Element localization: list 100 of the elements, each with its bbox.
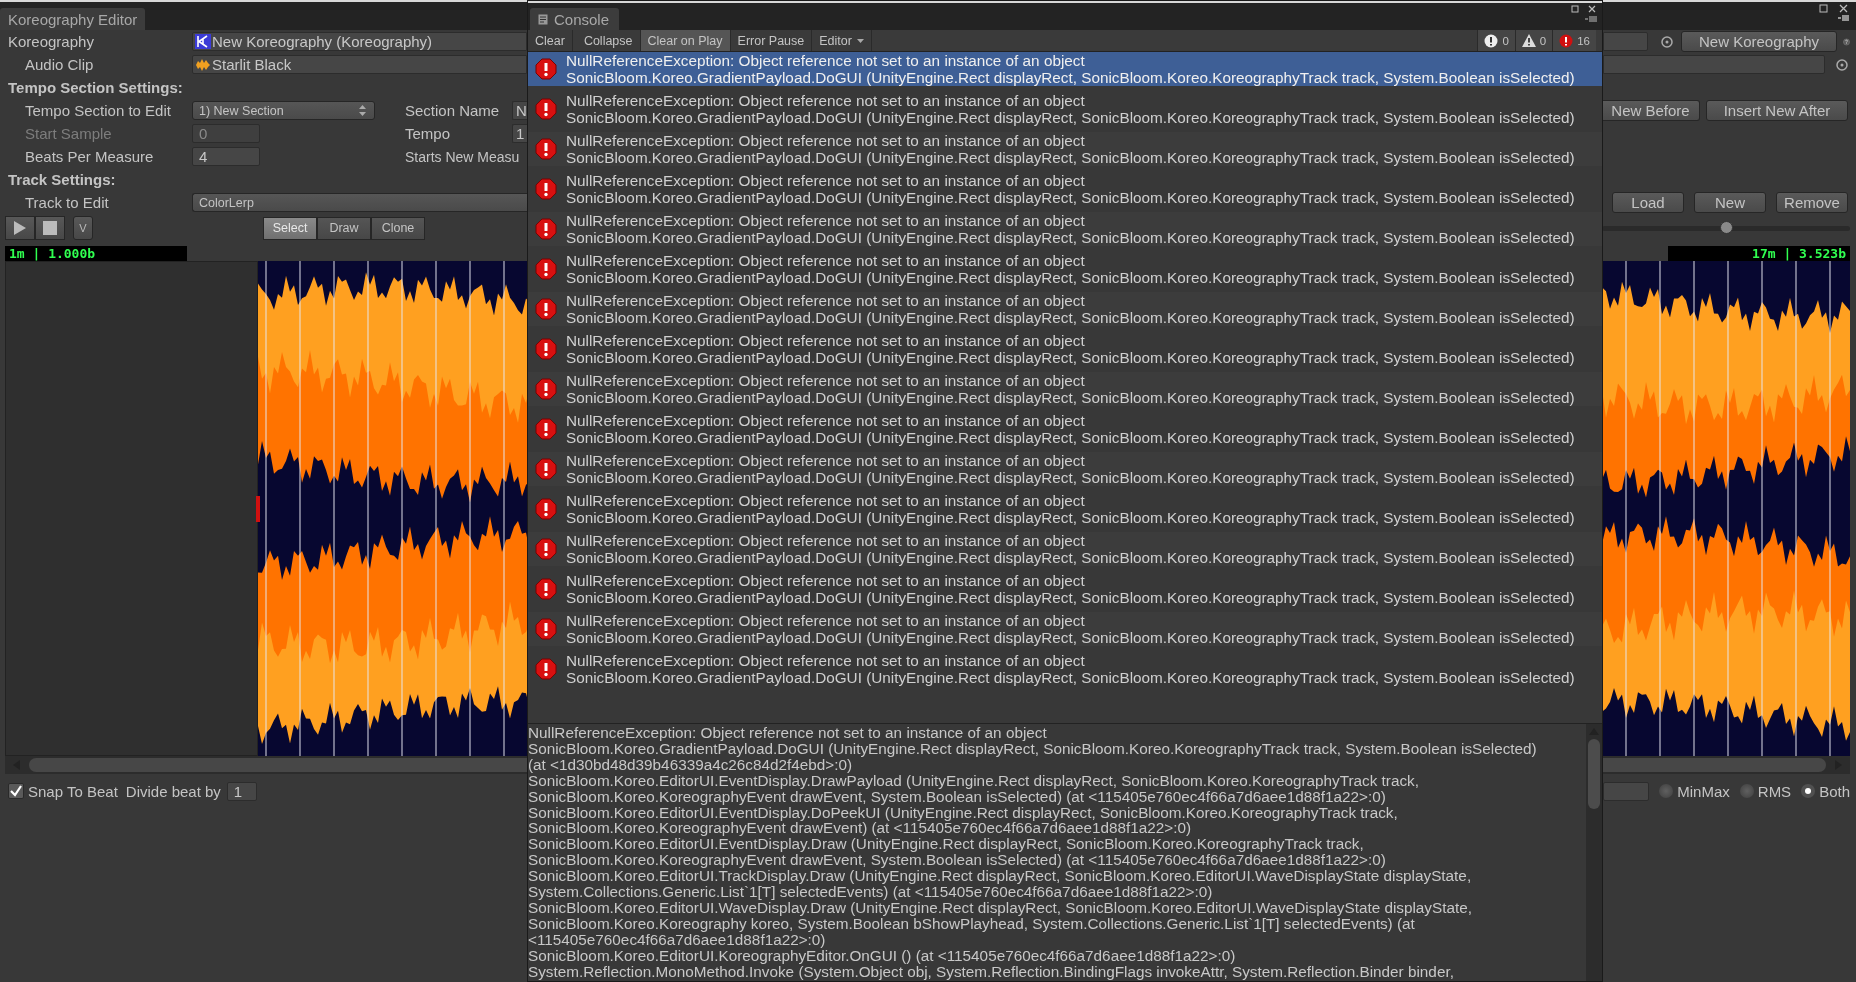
target-icon[interactable]	[1660, 34, 1674, 49]
field-label: Start Sample	[24, 125, 113, 142]
log-count-toggle[interactable]: 0	[1514, 30, 1553, 51]
console-toolbar-button[interactable]: Clear on Play	[640, 30, 731, 51]
log-entry[interactable]	[528, 532, 1602, 566]
log-entry[interactable]	[528, 212, 1602, 246]
beats-per-measure-field[interactable]: 4	[192, 147, 260, 166]
log-count-toggle[interactable]: 16	[1552, 30, 1596, 51]
play-button[interactable]	[5, 216, 35, 240]
log-message: NullReferenceException: Object reference not set to an instance of an object	[566, 332, 1086, 349]
tempo-field[interactable]: 1	[512, 124, 527, 143]
section-heading: Tempo Section Settings:	[7, 79, 183, 96]
error-icon	[535, 138, 557, 160]
stack-trace-line: SonicBloom.Koreo.GradientPayload.DoGUI (UnityEngine.Rect displayRect, SonicBloom.Koreo.KoreographyTrack track, System.Boolean isSelected)	[566, 269, 1575, 286]
log-message: NullReferenceException: Object reference not set to an instance of an object	[566, 452, 1086, 469]
log-entry[interactable]	[528, 132, 1602, 166]
stack-trace-line: SonicBloom.Koreo.GradientPayload.DoGUI (UnityEngine.Rect displayRect, SonicBloom.Koreo.KoreographyTrack track, System.Boolean isSelected)	[566, 309, 1575, 326]
caret-icon	[856, 38, 864, 43]
radio-button[interactable]	[1739, 784, 1754, 798]
scrollbar-segment[interactable]	[1603, 756, 1850, 774]
radio-label: Both	[1819, 782, 1850, 800]
log-message: NullReferenceException: Object reference not set to an instance of an object	[566, 172, 1086, 189]
log-message: NullReferenceException: Object reference not set to an instance of an object	[566, 572, 1086, 589]
editor-tab[interactable]: Koreography Editor	[0, 8, 146, 30]
play-icon	[13, 220, 27, 236]
time-display: 1m | 1.000b	[5, 246, 187, 261]
log-entry[interactable]	[528, 52, 1602, 86]
log-message: NullReferenceException: Object reference not set to an instance of an object	[566, 492, 1086, 509]
log-count-toggle[interactable]: 0	[1477, 30, 1515, 51]
section-name-field[interactable]: N	[512, 101, 527, 120]
log-entry[interactable]	[528, 372, 1602, 406]
new-koreography-button[interactable]: New Koreography	[1681, 31, 1837, 52]
value-field[interactable]	[1603, 781, 1650, 801]
field-label: Divide beat by	[125, 782, 221, 800]
stack-trace-line: SonicBloom.Koreo.GradientPayload.DoGUI (UnityEngine.Rect displayRect, SonicBloom.Koreo.KoreographyTrack track, System.Boolean isSelected)	[566, 509, 1575, 526]
mode-tab[interactable]: Select	[263, 216, 317, 240]
log-entry[interactable]	[528, 612, 1602, 646]
error-icon	[535, 498, 557, 520]
scrollbar-segment[interactable]	[5, 756, 527, 774]
field-end[interactable]	[1603, 55, 1825, 74]
snap-checkbox[interactable]	[8, 783, 24, 799]
error-icon	[535, 258, 557, 280]
stack-trace-line: SonicBloom.Koreo.GradientPayload.DoGUI (UnityEngine.Rect displayRect, SonicBloom.Koreo.KoreographyTrack track, System.Boolean isSelected)	[566, 149, 1575, 166]
track-button[interactable]: Remove	[1776, 192, 1848, 213]
mode-tab[interactable]: Draw	[317, 216, 371, 240]
target-icon[interactable]	[1835, 57, 1849, 72]
radio-button[interactable]	[1659, 784, 1674, 798]
slider-thumb[interactable]	[1720, 220, 1733, 234]
radio-button[interactable]	[1801, 784, 1816, 798]
stack-trace-line: SonicBloom.Koreo.GradientPayload.DoGUI (UnityEngine.Rect displayRect, SonicBloom.Koreo.KoreographyTrack track, System.Boolean isSelected)	[566, 389, 1575, 406]
stack-trace-line: SonicBloom.Koreo.KoreographyEvent drawEvent, System.Boolean isSelected) (at <115405e760ec4f66a7d6aee1d88f1a22>:0)	[528, 788, 1386, 805]
field-label: Koreography	[7, 33, 95, 50]
stack-trace-line: SonicBloom.Koreo.EditorUI.WaveDisplay.Draw (UnityEngine.Rect displayRect, SonicBloom.Koreo.EditorUI.WaveDisplayState displayState,	[528, 899, 1473, 916]
audio-clip-field[interactable]: Starlit Black	[192, 55, 527, 74]
stack-trace-line: System.Collections.Generic.List`1[T] selectedEvents) (at <115405e760ec4f66a7d6aee1d88f1a22>:0)	[528, 884, 1213, 900]
field-label: Tempo	[405, 125, 452, 142]
checkbox-label: Snap To Beat	[28, 782, 118, 800]
log-message: NullReferenceException: Object reference not set to an instance of an object	[566, 212, 1086, 229]
log-entry[interactable]	[528, 292, 1602, 326]
field-label: Audio Clip	[24, 56, 95, 73]
divide-beat-field[interactable]: 1	[226, 781, 257, 801]
error-icon	[535, 418, 557, 440]
insert-after-button[interactable]: Insert New After	[1706, 100, 1848, 121]
track-dropdown[interactable]: ColorLerp	[192, 193, 527, 212]
vertical-scrollbar[interactable]	[1586, 724, 1602, 981]
time-display: 17m | 3.523b	[1668, 246, 1850, 261]
log-message: NullReferenceException: Object reference not set to an instance of an object	[566, 292, 1086, 309]
error-icon	[535, 58, 557, 80]
window-controls-icon[interactable]	[1570, 3, 1600, 25]
stack-trace-line: <115405e760ec4f66a7d6aee1d88f1a22>:0)	[528, 931, 826, 948]
stack-trace-line: SonicBloom.Koreo.GradientPayload.DoGUI (UnityEngine.Rect displayRect, SonicBloom.Koreo.KoreographyTrack track, System.Boolean isSelected)	[566, 349, 1575, 366]
log-message: NullReferenceException: Object reference not set to an instance of an object	[566, 92, 1086, 109]
error-icon	[535, 98, 557, 120]
koreography-field[interactable]: New Koreography (Koreography)	[192, 32, 527, 51]
field-label: Beats Per Measure	[24, 148, 155, 165]
koreography-icon	[195, 34, 211, 49]
playhead-marker[interactable]	[256, 496, 260, 522]
scrollbar-thumb[interactable]	[1588, 739, 1600, 809]
info-icon	[1484, 33, 1499, 48]
error-icon	[535, 458, 557, 480]
view-button[interactable]: V	[73, 216, 93, 240]
stop-button[interactable]	[35, 216, 65, 240]
log-entry[interactable]	[528, 452, 1602, 486]
insert-before-button[interactable]: New Before	[1602, 100, 1700, 121]
track-button[interactable]: New	[1694, 192, 1766, 213]
mode-tab[interactable]: Clone	[371, 216, 425, 240]
audio-icon	[195, 57, 211, 72]
tempo-section-dropdown[interactable]: 1) New Section	[192, 101, 375, 120]
error-icon	[1559, 33, 1574, 48]
stack-trace-line: SonicBloom.Koreo.GradientPayload.DoGUI (UnityEngine.Rect displayRect, SonicBloom.Koreo.KoreographyTrack track, System.Boolean isSelected)	[566, 589, 1575, 606]
console-tab[interactable]: Console	[530, 8, 620, 30]
error-icon	[535, 178, 557, 200]
window-controls-icon[interactable]	[1818, 2, 1852, 24]
log-message: NullReferenceException: Object reference not set to an instance of an object	[566, 532, 1086, 549]
track-button[interactable]: Load	[1612, 192, 1684, 213]
stop-icon	[43, 221, 57, 235]
field-end[interactable]	[1603, 32, 1648, 51]
updown-arrows-icon	[359, 105, 366, 116]
stack-trace-line: SonicBloom.Koreo.GradientPayload.DoGUI (UnityEngine.Rect displayRect, SonicBloom.Koreo.KoreographyTrack track, System.Boolean isSelected)	[528, 740, 1538, 757]
stack-trace-line: SonicBloom.Koreo.EditorUI.KoreographyEditor.OnGUI () (at <115405e760ec4f66a7d6aee1d88f1a22>:0)	[528, 947, 1237, 964]
